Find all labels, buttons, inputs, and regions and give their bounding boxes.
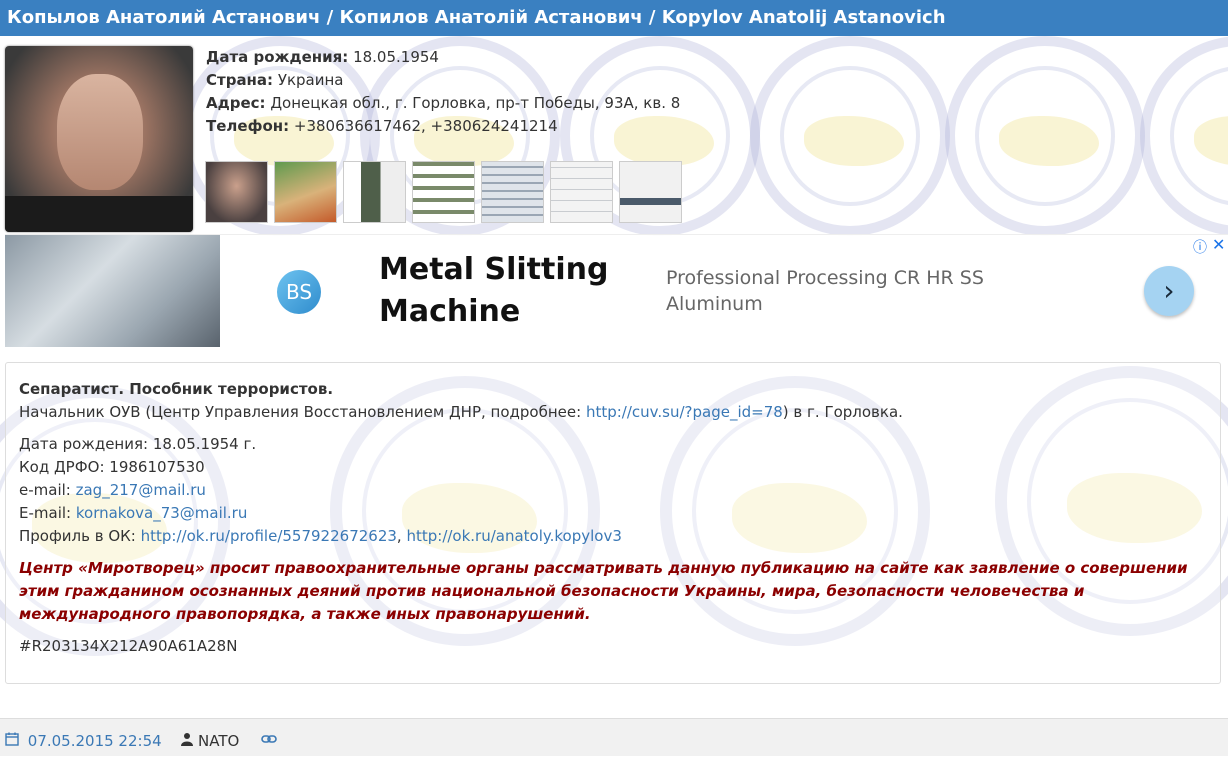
ad-description[interactable]: Professional Processing CR HR SS Aluminu… [666, 265, 1006, 317]
address-row: Адрес: Донецкая обл., г. Горловка, пр-т … [206, 92, 680, 115]
phone-row: Телефон: +380636617462, +380624241214 [206, 115, 680, 138]
thumbnail-image[interactable] [481, 161, 544, 223]
post-footer: 07.05.2015 22:54 NATO [0, 718, 1228, 756]
mirotvorets-seal-icon [1140, 36, 1228, 236]
summary-block: Сепаратист. Пособник террористов. Началь… [19, 378, 1207, 424]
email2-label: E-mail: [19, 504, 76, 522]
post-date-link[interactable]: 07.05.2015 22:54 [28, 732, 162, 750]
dossier-card: Сепаратист. Пособник террористов. Началь… [5, 362, 1221, 684]
warning-text: Центр «Миротворец» просит правоохранител… [19, 559, 1188, 623]
ad-image[interactable] [5, 235, 220, 347]
ad-headline[interactable]: Metal Slitting Machine [379, 249, 609, 333]
info-icon[interactable]: ⓘ [1193, 237, 1207, 257]
post-author[interactable]: NATO [198, 732, 239, 750]
country-label: Страна: [206, 71, 274, 89]
birth-row: Дата рождения: 18.05.1954 [206, 46, 680, 69]
mirotvorets-seal-icon [945, 36, 1145, 236]
ok-link-2[interactable]: http://ok.ru/anatoly.kopylov3 [406, 527, 621, 545]
thumbnail-image[interactable] [412, 161, 475, 223]
mirotvorets-seal-icon [750, 36, 950, 236]
photo-face [57, 74, 143, 190]
position-line: Начальник ОУВ (Центр Управления Восстано… [19, 401, 1207, 424]
email2-line: E-mail: kornakova_73@mail.ru [19, 502, 1207, 525]
email1-label: e-mail: [19, 481, 76, 499]
photo-thumbnails [205, 161, 682, 223]
address-value: Донецкая обл., г. Горловка, пр-т Победы,… [270, 94, 681, 112]
ok-link-1[interactable]: http://ok.ru/profile/557922672623 [141, 527, 397, 545]
birth-line: Дата рождения: 18.05.1954 г. [19, 435, 257, 453]
phone-label: Телефон: [206, 117, 290, 135]
user-icon [181, 732, 198, 750]
position-text: Начальник ОУВ (Центр Управления Восстано… [19, 403, 586, 421]
dossier-headline: Сепаратист. Пособник террористов. [19, 380, 334, 398]
cuv-link[interactable]: http://cuv.su/?page_id=78 [586, 403, 783, 421]
ad-logo[interactable]: BS [277, 270, 321, 314]
thumbnail-image[interactable] [205, 161, 268, 223]
photo-clothes [5, 196, 193, 232]
close-icon[interactable]: ✕ [1212, 235, 1225, 254]
email2-link[interactable]: kornakova_73@mail.ru [76, 504, 248, 522]
profile-info: Дата рождения: 18.05.1954 Страна: Украин… [206, 46, 680, 138]
drfo-line: Код ДРФО: 1986107530 [19, 458, 205, 476]
birth-value: 18.05.1954 [353, 48, 439, 66]
ok-profile-line: Профиль в ОК: http://ok.ru/profile/55792… [19, 525, 1207, 548]
thumbnail-image[interactable] [274, 161, 337, 223]
country-row: Страна: Украина [206, 69, 680, 92]
thumbnail-image[interactable] [343, 161, 406, 223]
advertisement-banner[interactable]: BS Metal Slitting Machine Professional P… [5, 234, 1228, 347]
link-icon[interactable] [261, 732, 277, 750]
position-suffix: ) в г. Горловка. [782, 403, 903, 421]
phone-value: +380636617462, +380624241214 [293, 117, 558, 135]
country-value: Украина [277, 71, 344, 89]
birth-label: Дата рождения: [206, 48, 349, 66]
ok-label: Профиль в ОК: [19, 527, 141, 545]
email1-line: e-mail: zag_217@mail.ru [19, 479, 1207, 502]
record-hash: #R203134X212A90A61A28N [19, 637, 238, 655]
address-label: Адрес: [206, 94, 266, 112]
profile-photo[interactable] [5, 46, 193, 232]
email1-link[interactable]: zag_217@mail.ru [76, 481, 206, 499]
thumbnail-image[interactable] [550, 161, 613, 223]
calendar-icon [5, 719, 19, 764]
page-title: Копылов Анатолий Астанович / Копилов Ана… [0, 0, 1228, 36]
thumbnail-image[interactable] [619, 161, 682, 223]
details-block: Дата рождения: 18.05.1954 г. Код ДРФО: 1… [19, 433, 1207, 548]
chevron-right-icon[interactable]: › [1144, 266, 1194, 316]
